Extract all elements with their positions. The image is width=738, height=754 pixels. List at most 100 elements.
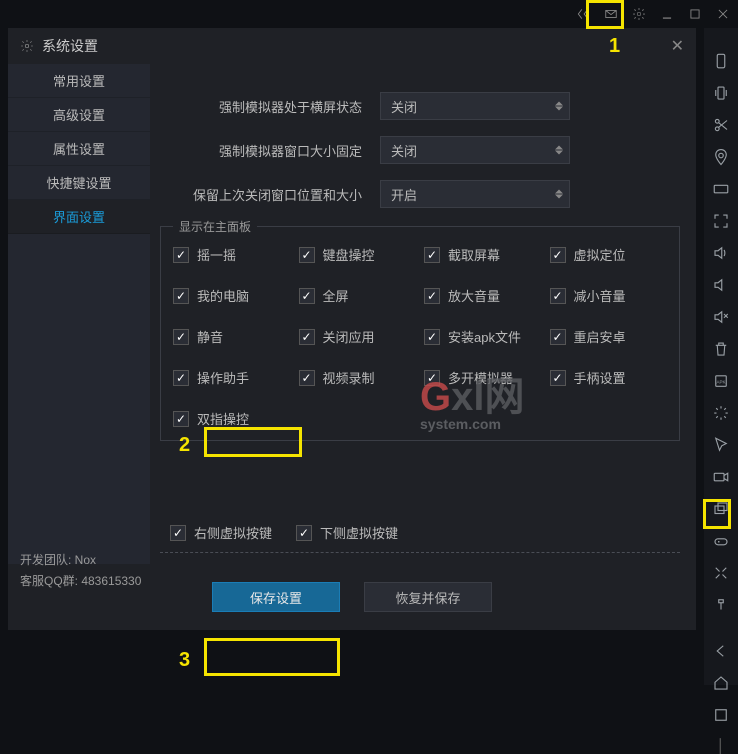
checkbox-icon[interactable] <box>550 370 566 386</box>
fixed-size-select[interactable]: 关闭 <box>380 136 570 164</box>
checkbox-icon[interactable] <box>173 411 189 427</box>
sidebar-item-hotkey[interactable]: 快捷键设置 <box>8 166 150 200</box>
device-icon[interactable] <box>712 52 730 70</box>
checkbox-icon[interactable] <box>299 370 315 386</box>
close-icon[interactable] <box>716 7 730 21</box>
checkbox-label: 我的电脑 <box>197 286 249 305</box>
checkbox-label: 虚拟定位 <box>574 245 626 264</box>
checkbox-item[interactable]: 放大音量 <box>424 286 542 305</box>
checkbox-item[interactable]: 安装apk文件 <box>424 327 542 346</box>
trash-icon[interactable] <box>712 340 730 358</box>
checkbox-icon[interactable] <box>550 247 566 263</box>
checkbox-icon[interactable] <box>424 329 440 345</box>
checkbox-item[interactable]: 静音 <box>173 327 291 346</box>
checkbox-right-virtual[interactable]: 右侧虚拟按键 <box>170 523 272 542</box>
multi-window-icon[interactable] <box>712 500 730 518</box>
sidebar-item-common[interactable]: 常用设置 <box>8 64 150 98</box>
checkbox-label: 截取屏幕 <box>448 245 500 264</box>
checkbox-icon[interactable] <box>424 370 440 386</box>
shake-icon[interactable] <box>712 84 730 102</box>
mail-icon[interactable] <box>604 7 618 21</box>
checkbox-icon[interactable] <box>299 288 315 304</box>
checkbox-item[interactable]: 我的电脑 <box>173 286 291 305</box>
checkbox-item[interactable]: 摇一摇 <box>173 245 291 264</box>
window-header: 系统设置 ✕ <box>8 28 696 64</box>
settings-window: 系统设置 ✕ 常用设置 高级设置 属性设置 快捷键设置 界面设置 Gxl网 sy… <box>8 28 696 630</box>
checkbox-bottom-virtual[interactable]: 下侧虚拟按键 <box>296 523 398 542</box>
main-panel-fieldset: 显示在主面板 摇一摇键盘操控截取屏幕虚拟定位我的电脑全屏放大音量减小音量静音关闭… <box>160 226 680 441</box>
landscape-select[interactable]: 关闭 <box>380 92 570 120</box>
loading-icon[interactable] <box>712 404 730 422</box>
record-icon[interactable] <box>712 468 730 486</box>
checkbox-item[interactable]: 关闭应用 <box>299 327 417 346</box>
scissors-icon[interactable] <box>712 116 730 134</box>
checkbox-item[interactable]: 虚拟定位 <box>550 245 668 264</box>
checkbox-item[interactable]: 全屏 <box>299 286 417 305</box>
gear-icon[interactable] <box>632 7 646 21</box>
checkbox-icon[interactable] <box>299 329 315 345</box>
divider: │ <box>717 738 726 754</box>
sidebar-item-label: 常用设置 <box>53 71 105 90</box>
checkbox-item[interactable]: 截取屏幕 <box>424 245 542 264</box>
sidebar-item-label: 界面设置 <box>53 207 105 226</box>
window-title: 系统设置 <box>42 36 98 56</box>
checkbox-label: 静音 <box>197 327 223 346</box>
checkbox-icon[interactable] <box>550 329 566 345</box>
two-finger-icon[interactable] <box>712 564 730 582</box>
checkbox-item[interactable]: 视频录制 <box>299 368 417 387</box>
collapse-icon[interactable] <box>712 596 730 614</box>
window-close-icon[interactable]: ✕ <box>671 36 684 56</box>
checkbox-icon[interactable] <box>424 288 440 304</box>
select-value: 开启 <box>391 185 417 204</box>
checkbox-item[interactable]: 双指操控 <box>173 409 291 428</box>
home-icon[interactable] <box>712 674 730 692</box>
footer-info: 开发团队: Nox 客服QQ群: 483615330 <box>20 550 141 593</box>
checkbox-item[interactable]: 多开模拟器 <box>424 368 542 387</box>
checkbox-item[interactable]: 手柄设置 <box>550 368 668 387</box>
checkbox-icon[interactable] <box>550 288 566 304</box>
fieldset-legend: 显示在主面板 <box>173 218 257 235</box>
sidebar-item-advanced[interactable]: 高级设置 <box>8 98 150 132</box>
save-button[interactable]: 保存设置 <box>212 582 340 612</box>
checkbox-item[interactable]: 操作助手 <box>173 368 291 387</box>
gamepad-icon[interactable] <box>712 532 730 550</box>
checkbox-icon[interactable] <box>424 247 440 263</box>
annotation-number-1: 1 <box>609 35 620 58</box>
sidebar-item-property[interactable]: 属性设置 <box>8 132 150 166</box>
qq-group-label: 客服QQ群: 483615330 <box>20 571 141 593</box>
checkbox-item[interactable]: 重启安卓 <box>550 327 668 346</box>
checkbox-icon[interactable] <box>173 329 189 345</box>
titlebar <box>0 0 738 28</box>
restore-button[interactable]: 恢复并保存 <box>364 582 492 612</box>
checkbox-item[interactable]: 减小音量 <box>550 286 668 305</box>
button-label: 保存设置 <box>250 588 302 607</box>
apk-icon[interactable]: APK <box>712 372 730 390</box>
checkbox-item[interactable]: 键盘操控 <box>299 245 417 264</box>
annotation-number-3: 3 <box>179 649 190 672</box>
checkbox-icon[interactable] <box>173 370 189 386</box>
back-icon[interactable] <box>576 7 590 21</box>
remember-position-select[interactable]: 开启 <box>380 180 570 208</box>
sidebar-item-label: 属性设置 <box>53 139 105 158</box>
volume-up-icon[interactable] <box>712 244 730 262</box>
fullscreen-icon[interactable] <box>712 212 730 230</box>
maximize-icon[interactable] <box>688 7 702 21</box>
sidebar-item-interface[interactable]: 界面设置 <box>8 200 150 234</box>
checkbox-icon[interactable] <box>173 247 189 263</box>
mute-icon[interactable] <box>712 308 730 326</box>
checkbox-icon[interactable] <box>299 247 315 263</box>
location-icon[interactable] <box>712 148 730 166</box>
select-arrows-icon <box>555 146 563 155</box>
back-nav-icon[interactable] <box>712 642 730 660</box>
cursor-icon[interactable] <box>712 436 730 454</box>
keyboard-icon[interactable] <box>712 180 730 198</box>
checkbox-label: 操作助手 <box>197 368 249 387</box>
checkbox-label: 右侧虚拟按键 <box>194 523 272 542</box>
recent-icon[interactable] <box>712 706 730 724</box>
checkbox-icon[interactable] <box>170 525 186 541</box>
minimize-icon[interactable] <box>660 7 674 21</box>
checkbox-icon[interactable] <box>296 525 312 541</box>
volume-down-icon[interactable] <box>712 276 730 294</box>
checkbox-icon[interactable] <box>173 288 189 304</box>
select-value: 关闭 <box>391 141 417 160</box>
